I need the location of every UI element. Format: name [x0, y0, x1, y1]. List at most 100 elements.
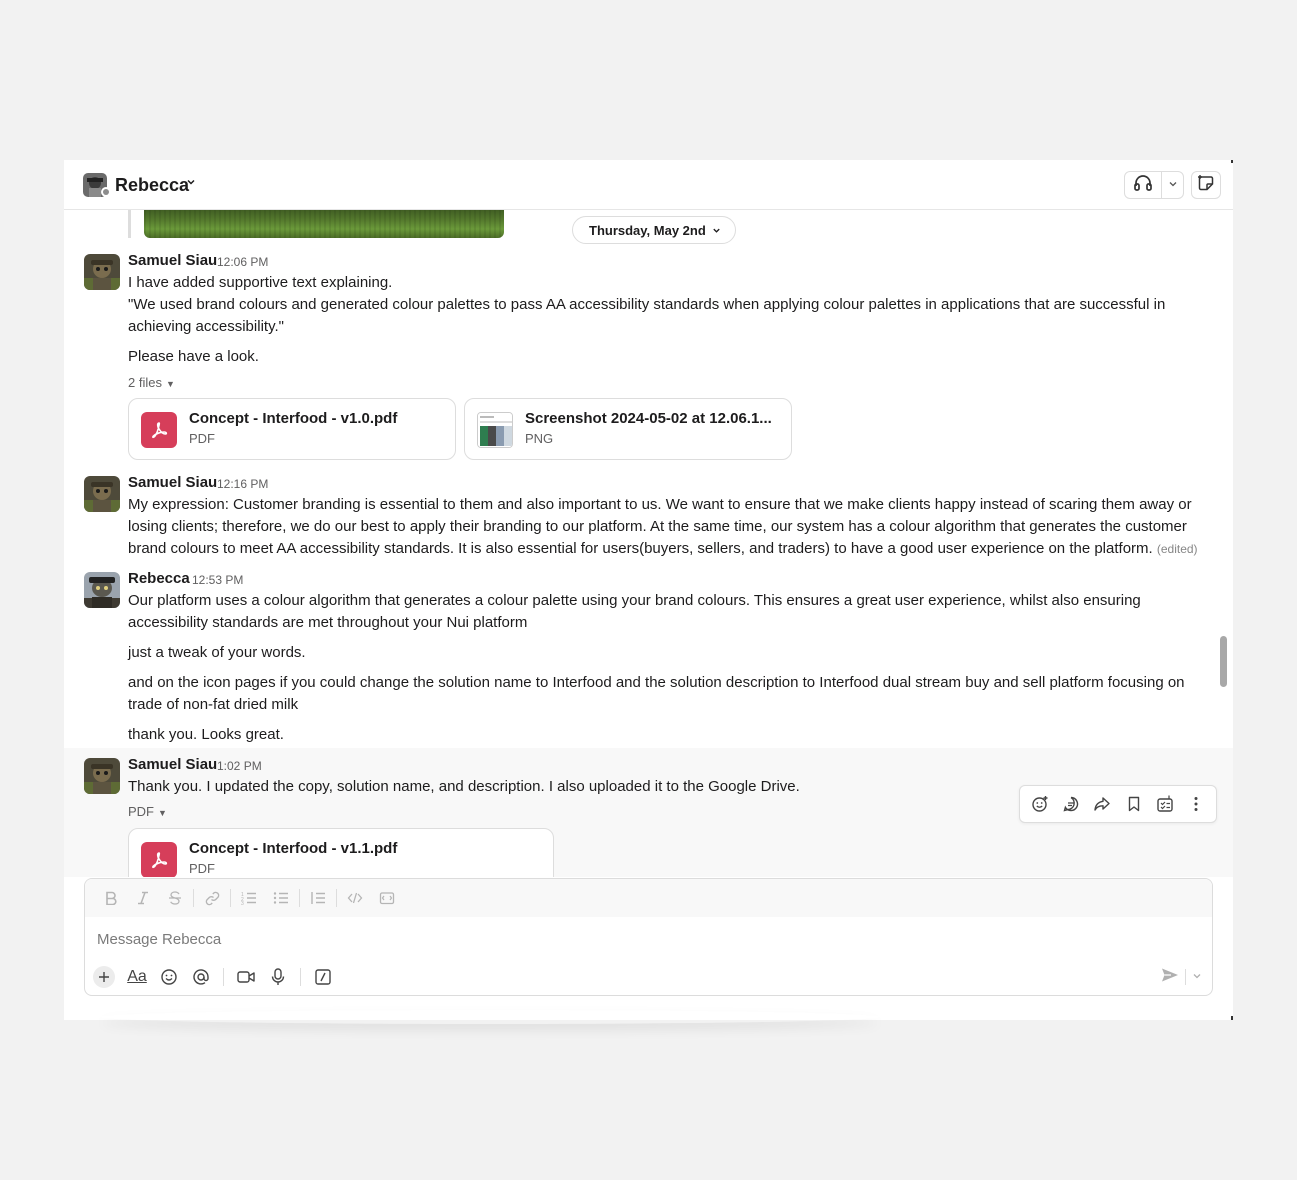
window-corner-mark: [1231, 1016, 1233, 1020]
schedule-send-chevron-icon[interactable]: [1192, 968, 1202, 986]
file-type: PDF: [189, 431, 215, 446]
mention-icon[interactable]: [185, 963, 217, 991]
link-icon[interactable]: [196, 884, 228, 912]
message-text: just a tweak of your words.: [128, 644, 306, 661]
files-toggle[interactable]: 2 files ▼: [128, 375, 175, 390]
message-actions-toolbar: [1019, 785, 1217, 823]
microphone-icon[interactable]: [262, 963, 294, 991]
send-icon[interactable]: [1161, 967, 1179, 988]
emoji-icon[interactable]: [153, 963, 185, 991]
divider: [299, 889, 300, 907]
add-reaction-icon[interactable]: [1026, 790, 1054, 818]
file-attachment[interactable]: Concept - Interfood - v1.0.pdf PDF: [128, 398, 456, 460]
avatar[interactable]: [84, 572, 120, 608]
reply-in-thread-icon[interactable]: [1057, 790, 1085, 818]
message-timestamp[interactable]: 1:02 PM: [217, 759, 262, 773]
message-text: I have added supportive text explaining.: [128, 274, 393, 291]
code-icon[interactable]: [339, 884, 371, 912]
files-toggle[interactable]: PDF ▼: [128, 804, 167, 819]
file-name: Concept - Interfood - v1.1.pdf: [189, 840, 398, 857]
scrollbar-thumb[interactable]: [1220, 636, 1227, 687]
avatar[interactable]: [84, 476, 120, 512]
message-timestamp[interactable]: 12:06 PM: [217, 255, 268, 269]
svg-text:3: 3: [241, 901, 244, 905]
message-author[interactable]: Samuel Siau: [128, 252, 217, 269]
file-name: Concept - Interfood - v1.0.pdf: [189, 410, 398, 427]
chevron-down-icon: [712, 223, 721, 238]
blockquote-icon[interactable]: [302, 884, 334, 912]
divider: [230, 889, 231, 907]
strikethrough-icon[interactable]: [159, 884, 191, 912]
message-author[interactable]: Samuel Siau: [128, 474, 217, 491]
caret-down-icon: ▼: [158, 808, 167, 818]
slash-command-icon[interactable]: [307, 963, 339, 991]
plus-icon[interactable]: [93, 966, 115, 988]
message-text: Please have a look.: [128, 348, 259, 365]
message-timestamp[interactable]: 12:16 PM: [217, 477, 268, 491]
message: Samuel Siau 12:16 PM My expression: Cust…: [64, 470, 1233, 566]
message-timestamp[interactable]: 12:53 PM: [192, 573, 243, 587]
message: Samuel Siau 12:06 PM I have added suppor…: [64, 248, 1233, 470]
file-type: PNG: [525, 431, 554, 446]
message-list[interactable]: Thursday, May 2nd Samuel Siau 12:06 PM I…: [64, 210, 1233, 877]
avatar[interactable]: [84, 758, 120, 794]
message-text: thank you. Looks great.: [128, 726, 284, 743]
headphones-icon: [1133, 174, 1153, 197]
canvas-button[interactable]: [1191, 171, 1221, 199]
files-count-label: 2 files: [128, 375, 162, 390]
message-text: My expression: Customer branding is esse…: [128, 494, 1218, 560]
message-input[interactable]: [97, 927, 1197, 951]
bulleted-list-icon[interactable]: [265, 884, 297, 912]
huddle-options-button[interactable]: [1162, 172, 1183, 198]
date-divider-button[interactable]: Thursday, May 2nd: [572, 216, 736, 244]
huddle-button-group: [1124, 171, 1184, 199]
file-type: PDF: [189, 861, 215, 876]
ordered-list-icon[interactable]: 123: [233, 884, 265, 912]
attachment-quote-bar: [128, 210, 131, 238]
formatting-toolbar: 123: [85, 879, 1212, 917]
presence-away-icon: [101, 187, 111, 197]
channel-header: Rebecca: [64, 160, 1233, 210]
file-attachment[interactable]: Screenshot 2024-05-02 at 12.06.1... PNG: [464, 398, 792, 460]
send-controls: [1161, 963, 1202, 991]
video-clip-icon[interactable]: [230, 963, 262, 991]
message-author[interactable]: Samuel Siau: [128, 756, 217, 773]
window-shadow: [100, 1010, 880, 1024]
message-text: Our platform uses a colour algorithm tha…: [128, 592, 1141, 631]
divider: [300, 968, 301, 986]
divider: [223, 968, 224, 986]
share-forward-icon[interactable]: [1088, 790, 1116, 818]
message-author[interactable]: Rebecca: [128, 570, 190, 587]
message-composer: 123 Aa: [84, 878, 1213, 996]
more-actions-icon[interactable]: [1182, 790, 1210, 818]
add-to-list-icon[interactable]: [1151, 790, 1179, 818]
message-text: "We used brand colours and generated col…: [128, 296, 1166, 335]
code-block-icon[interactable]: [371, 884, 403, 912]
file-name: Screenshot 2024-05-02 at 12.06.1...: [525, 410, 772, 427]
bookmark-icon[interactable]: [1120, 790, 1148, 818]
composer-actions: Aa: [93, 963, 339, 991]
file-attachment[interactable]: Concept - Interfood - v1.1.pdf PDF: [128, 828, 554, 877]
pdf-icon: [141, 842, 177, 877]
divider: [336, 889, 337, 907]
text-format-label: Aa: [127, 968, 147, 985]
canvas-icon: [1197, 174, 1215, 197]
caret-down-icon: ▼: [165, 379, 175, 389]
pdf-icon: [141, 412, 177, 448]
image-attachment[interactable]: [144, 210, 504, 238]
message-text: and on the icon pages if you could chang…: [128, 674, 1185, 713]
formatting-toggle[interactable]: Aa: [121, 963, 153, 991]
dm-window: Rebecca Thursday, May 2nd Samuel Siau 12…: [64, 160, 1233, 1020]
chevron-down-icon[interactable]: [186, 176, 196, 190]
divider: [1185, 969, 1186, 985]
avatar[interactable]: [84, 254, 120, 290]
italic-icon[interactable]: [127, 884, 159, 912]
channel-title[interactable]: Rebecca: [115, 175, 189, 196]
bold-icon[interactable]: [95, 884, 127, 912]
huddle-button[interactable]: [1125, 172, 1163, 198]
date-divider-label: Thursday, May 2nd: [589, 222, 706, 238]
divider: [193, 889, 194, 907]
edited-label: (edited): [1156, 542, 1198, 556]
files-type-label: PDF: [128, 804, 154, 819]
message: Rebecca 12:53 PM Our platform uses a col…: [64, 566, 1233, 748]
